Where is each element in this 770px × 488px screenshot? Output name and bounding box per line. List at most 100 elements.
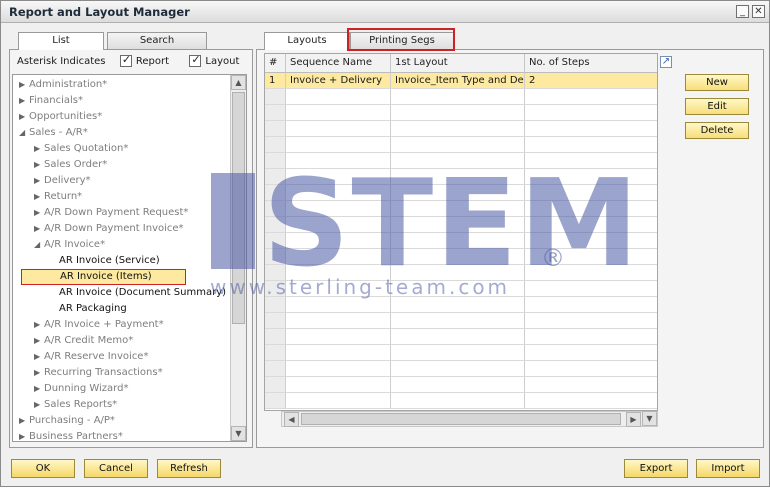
table-row[interactable] <box>265 105 657 121</box>
table-cell[interactable] <box>525 89 657 105</box>
table-cell[interactable] <box>525 105 657 121</box>
table-cell[interactable] <box>391 313 525 329</box>
table-cell[interactable] <box>525 281 657 297</box>
table-cell[interactable] <box>525 393 657 409</box>
expand-arrow-icon[interactable]: ▶ <box>34 333 44 349</box>
refresh-button[interactable]: Refresh <box>157 459 221 478</box>
table-cell[interactable] <box>525 297 657 313</box>
table-cell[interactable] <box>286 201 391 217</box>
scroll-thumb[interactable] <box>232 92 245 324</box>
table-cell[interactable] <box>525 377 657 393</box>
table-cell[interactable] <box>286 89 391 105</box>
table-row[interactable] <box>265 265 657 281</box>
table-cell[interactable] <box>286 393 391 409</box>
expand-arrow-icon[interactable]: ▶ <box>19 109 29 125</box>
expand-arrow-icon[interactable]: ↗ <box>660 56 672 68</box>
scroll-down-icon[interactable]: ▼ <box>231 426 246 441</box>
tree-item[interactable]: ▶ Recurring Transactions* <box>34 365 163 381</box>
expand-arrow-icon[interactable]: ▶ <box>34 173 44 189</box>
table-cell[interactable] <box>286 153 391 169</box>
table-cell[interactable] <box>286 233 391 249</box>
scroll-up-icon[interactable]: ▲ <box>231 75 246 90</box>
table-cell[interactable] <box>286 121 391 137</box>
table-cell[interactable] <box>391 153 525 169</box>
table-cell[interactable] <box>391 297 525 313</box>
expand-arrow-icon[interactable]: ▶ <box>34 397 44 413</box>
expand-arrow-icon[interactable]: ▶ <box>34 205 44 221</box>
grid-header-sequence-name[interactable]: Sequence Name <box>286 54 391 73</box>
table-cell[interactable] <box>391 185 525 201</box>
expand-arrow-icon[interactable]: ▶ <box>34 141 44 157</box>
table-cell[interactable] <box>525 329 657 345</box>
table-row[interactable] <box>265 89 657 105</box>
table-cell[interactable] <box>286 281 391 297</box>
tree-item[interactable]: ▶ A/R Down Payment Invoice* <box>34 221 184 237</box>
table-cell[interactable] <box>391 265 525 281</box>
collapse-arrow-icon[interactable]: ◢ <box>34 237 44 253</box>
collapse-arrow-icon[interactable]: ◢ <box>19 125 29 141</box>
table-cell[interactable] <box>525 233 657 249</box>
table-row[interactable] <box>265 121 657 137</box>
tree-item[interactable]: ▶ Administration* <box>19 77 107 93</box>
table-cell[interactable] <box>391 233 525 249</box>
tree-item[interactable]: AR Invoice (Document Summary) <box>59 285 226 301</box>
tree-item[interactable]: ▶ Financials* <box>19 93 83 109</box>
table-row[interactable] <box>265 169 657 185</box>
table-cell[interactable] <box>391 169 525 185</box>
table-cell[interactable] <box>391 393 525 409</box>
import-button[interactable]: Import <box>696 459 760 478</box>
tree-item[interactable]: ▶ A/R Invoice + Payment* <box>34 317 164 333</box>
grid-header-steps[interactable]: No. of Steps <box>525 54 657 73</box>
table-cell[interactable] <box>391 361 525 377</box>
table-row[interactable] <box>265 345 657 361</box>
tree-item[interactable]: ▶ Dunning Wizard* <box>34 381 128 397</box>
table-cell[interactable] <box>391 201 525 217</box>
table-cell[interactable] <box>286 185 391 201</box>
tree-item[interactable]: ▶ A/R Down Payment Request* <box>34 205 188 221</box>
table-row[interactable] <box>265 233 657 249</box>
table-row[interactable] <box>265 377 657 393</box>
table-cell[interactable] <box>525 185 657 201</box>
tree-item[interactable]: ▶ A/R Credit Memo* <box>34 333 133 349</box>
table-row[interactable] <box>265 393 657 409</box>
table-row[interactable] <box>265 329 657 345</box>
table-cell[interactable] <box>286 361 391 377</box>
table-cell[interactable] <box>286 217 391 233</box>
table-cell[interactable] <box>286 169 391 185</box>
table-cell[interactable] <box>286 329 391 345</box>
grid-header-number[interactable]: # <box>265 54 286 73</box>
table-cell[interactable] <box>525 265 657 281</box>
tab-search[interactable]: Search <box>107 32 207 49</box>
table-cell[interactable] <box>286 377 391 393</box>
expand-arrow-icon[interactable]: ▶ <box>34 157 44 173</box>
table-cell[interactable] <box>286 137 391 153</box>
expand-arrow-icon[interactable]: ▶ <box>19 429 29 441</box>
table-cell[interactable] <box>391 345 525 361</box>
table-cell[interactable]: Invoice_Item Type and Detail <box>391 73 525 89</box>
expand-arrow-icon[interactable]: ▶ <box>19 77 29 93</box>
table-row[interactable] <box>265 153 657 169</box>
report-checkbox[interactable] <box>119 53 132 67</box>
table-row[interactable] <box>265 217 657 233</box>
cancel-button[interactable]: Cancel <box>84 459 148 478</box>
table-cell[interactable] <box>391 105 525 121</box>
expand-arrow-icon[interactable]: ▶ <box>34 317 44 333</box>
table-cell[interactable] <box>286 265 391 281</box>
table-cell[interactable] <box>286 249 391 265</box>
table-cell[interactable] <box>391 329 525 345</box>
ok-button[interactable]: OK <box>11 459 75 478</box>
table-cell[interactable]: 2 <box>525 73 657 89</box>
table-cell[interactable] <box>391 137 525 153</box>
table-row[interactable] <box>265 185 657 201</box>
tree-item[interactable]: ▶ Opportunities* <box>19 109 102 125</box>
tree-item[interactable]: ▶ A/R Reserve Invoice* <box>34 349 148 365</box>
tree-item[interactable]: ▶ Sales Order* <box>34 157 107 173</box>
table-row[interactable] <box>265 281 657 297</box>
tree-item[interactable]: ▶ Sales Quotation* <box>34 141 128 157</box>
tab-layouts[interactable]: Layouts <box>264 32 350 50</box>
table-cell[interactable] <box>525 201 657 217</box>
tree-item[interactable]: ▶ Return* <box>34 189 82 205</box>
table-cell[interactable] <box>525 153 657 169</box>
tree-item[interactable]: ◢ A/R Invoice* <box>34 237 105 253</box>
table-cell[interactable]: Invoice + Delivery <box>286 73 391 89</box>
